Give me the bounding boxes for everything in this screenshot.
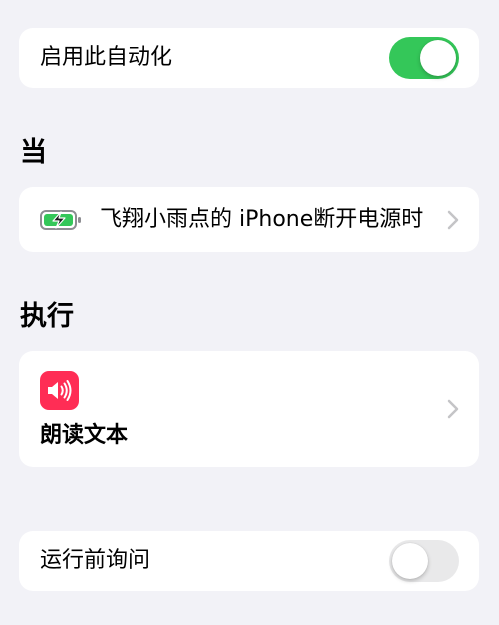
ask-before-running-toggle[interactable] bbox=[389, 540, 459, 582]
ask-before-running-row: 运行前询问 bbox=[19, 531, 479, 591]
enable-automation-label: 启用此自动化 bbox=[40, 45, 173, 70]
battery-charging-icon bbox=[40, 209, 82, 231]
trigger-row[interactable]: 飞翔小雨点的 iPhone断开电源时 bbox=[19, 187, 479, 252]
trigger-section-title: 当 bbox=[20, 137, 47, 168]
toggle-knob bbox=[392, 543, 428, 579]
action-section-title: 执行 bbox=[20, 301, 74, 332]
enable-automation-toggle[interactable] bbox=[389, 37, 459, 79]
chevron-right-icon bbox=[447, 399, 459, 419]
action-label: 朗读文本 bbox=[40, 423, 129, 448]
speaker-wave-icon bbox=[40, 371, 79, 410]
action-row[interactable]: 朗读文本 bbox=[19, 351, 479, 467]
toggle-knob bbox=[420, 40, 456, 76]
trigger-description: 飞翔小雨点的 iPhone断开电源时 bbox=[100, 207, 424, 232]
ask-before-running-label: 运行前询问 bbox=[40, 548, 151, 573]
enable-automation-row: 启用此自动化 bbox=[19, 28, 479, 88]
chevron-right-icon bbox=[447, 210, 459, 230]
